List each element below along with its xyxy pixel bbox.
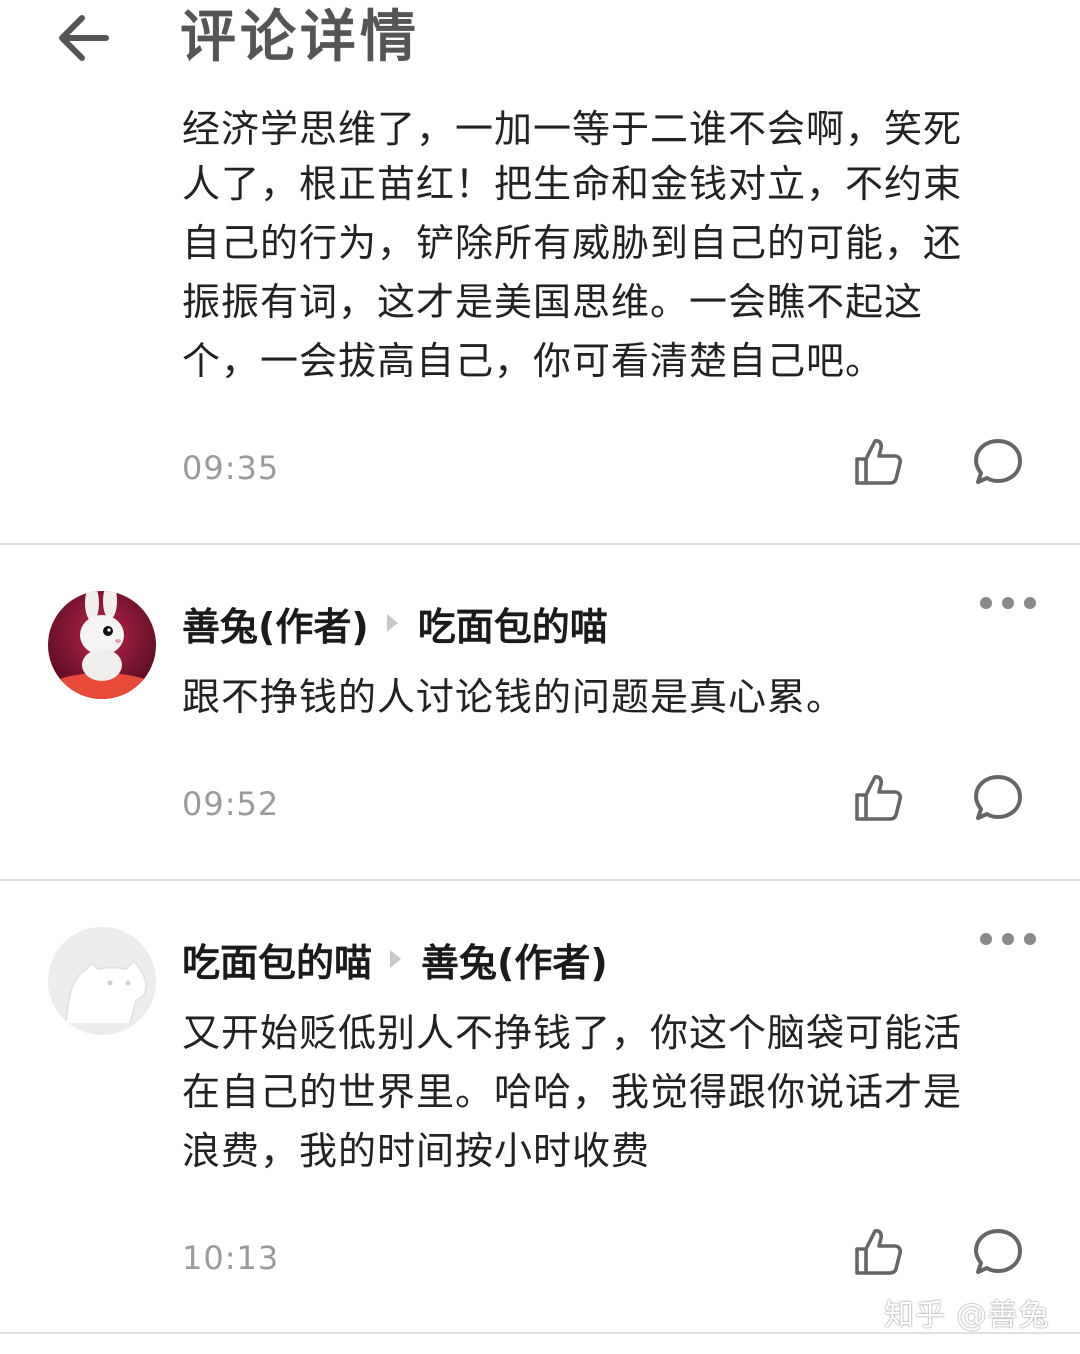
comment-bubble-icon <box>974 439 1022 484</box>
comment-text: 人了，根正苗红！把生命和金钱对立，不约束 自己的行为，铲除所有威胁到自己的可能，… <box>182 162 963 383</box>
back-button[interactable] <box>52 6 116 70</box>
divider <box>0 879 1080 881</box>
more-dots-icon <box>980 597 992 609</box>
reply-to-name[interactable]: 吃面包的喵 <box>418 596 608 651</box>
more-button[interactable] <box>980 924 1036 954</box>
reply-arrow-icon <box>386 614 398 632</box>
like-button[interactable] <box>848 768 908 828</box>
reply-arrow-icon <box>390 950 402 968</box>
comment-bubble-icon <box>974 775 1022 820</box>
avatar[interactable] <box>48 591 156 699</box>
thumbs-up-icon <box>855 775 903 821</box>
reply-button[interactable] <box>968 768 1028 828</box>
comment-header: 善兔(作者) 吃面包的喵 <box>182 596 608 651</box>
rabbit-avatar-icon <box>48 591 156 699</box>
like-button[interactable] <box>848 432 908 492</box>
comment-time: 10:13 <box>182 1239 280 1277</box>
reply-to-name[interactable]: 善兔(作者) <box>421 932 608 987</box>
more-button[interactable] <box>980 588 1036 618</box>
more-dots-icon <box>980 933 992 945</box>
divider <box>0 543 1080 545</box>
comment-text: 又开始贬低别人不挣钱了，你这个脑袋可能活 在自己的世界里。哈哈，我觉得跟你说话才… <box>182 1011 963 1173</box>
reply-button[interactable] <box>968 432 1028 492</box>
reply-button[interactable] <box>968 1222 1028 1282</box>
comment-header: 吃面包的喵 善兔(作者) <box>182 932 608 987</box>
like-button[interactable] <box>848 1222 908 1282</box>
comment-bubble-icon <box>974 1229 1022 1274</box>
watermark: 知乎 @善兔 <box>884 1298 1050 1333</box>
comment-time: 09:35 <box>182 449 280 487</box>
comment-time: 09:52 <box>182 785 280 823</box>
page-title: 评论详情 <box>180 5 420 70</box>
comment-text-clipped-line: 经济学思维了，一加一等于二谁不会啊，笑死 <box>182 107 963 146</box>
thumbs-up-icon <box>855 439 903 485</box>
default-avatar-icon <box>48 927 156 1035</box>
top-bar: 评论详情 <box>0 0 1080 90</box>
author-name[interactable]: 吃面包的喵 <box>182 932 372 987</box>
avatar[interactable] <box>48 927 156 1035</box>
author-name[interactable]: 善兔(作者) <box>182 596 369 651</box>
comment-text: 跟不挣钱的人讨论钱的问题是真心累。 <box>182 675 846 719</box>
arrow-left-icon <box>59 15 109 61</box>
thumbs-up-icon <box>855 1229 903 1275</box>
